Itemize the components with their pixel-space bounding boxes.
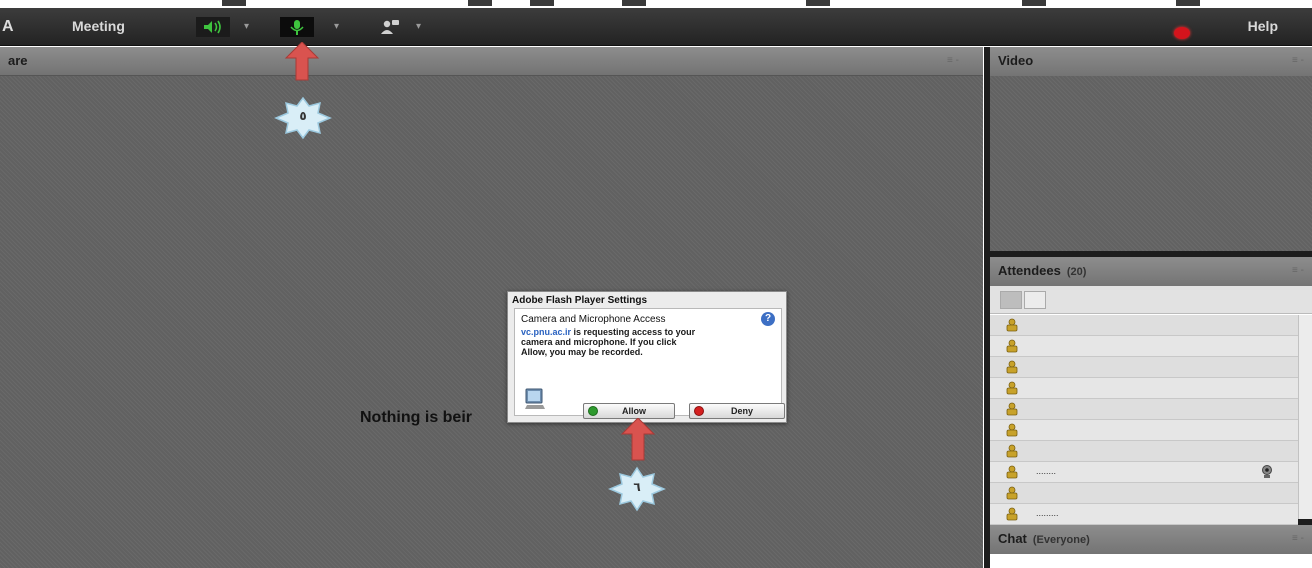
person-icon <box>1006 486 1018 500</box>
webcam-icon <box>1262 465 1272 478</box>
pod-options-icon[interactable]: ≡ - <box>1292 533 1304 544</box>
annotation-badge: ٦ <box>606 466 668 512</box>
meeting-menu[interactable]: Meeting <box>72 8 125 44</box>
person-icon <box>1006 507 1018 521</box>
sort-view-icon[interactable] <box>1024 291 1046 309</box>
dialog-body: vc.pnu.ac.ir is requesting access to you… <box>521 327 771 357</box>
window-top-strip <box>0 0 1312 8</box>
deny-button[interactable]: Deny <box>689 403 785 419</box>
microphone-dropdown[interactable]: ▾ <box>334 17 339 37</box>
webcam-button[interactable] <box>376 17 406 37</box>
attendee-row[interactable] <box>990 399 1298 420</box>
attendee-name: ......... <box>1036 508 1059 518</box>
share-pod-header: are ≡ - <box>0 47 983 76</box>
pod-options-icon[interactable]: ≡ - <box>947 55 969 66</box>
attendees-pod-title: Attendees (20) <box>998 263 1086 278</box>
person-icon <box>1006 465 1018 479</box>
person-icon <box>1006 318 1018 332</box>
tab-stub <box>1176 0 1200 6</box>
person-icon <box>1006 402 1018 416</box>
person-icon <box>1006 339 1018 353</box>
dialog-body-line: Allow, you may be recorded. <box>521 347 643 357</box>
help-icon[interactable]: ? <box>761 312 775 326</box>
pod-options-icon[interactable]: ≡ - <box>1292 55 1304 66</box>
microphone-button[interactable] <box>280 17 314 37</box>
chat-pod-header: Chat (Everyone) ≡ - <box>990 525 1312 554</box>
allow-button-label: Allow <box>622 406 646 416</box>
tab-stub <box>222 0 246 6</box>
right-column: Video ≡ - Attendees (20) ≡ - ............… <box>984 47 1312 568</box>
chat-scope: (Everyone) <box>1032 534 1090 546</box>
share-pod-title: are <box>8 53 28 68</box>
annotation-arrow-up-icon <box>620 418 656 461</box>
attendees-scrollbar[interactable] <box>1298 315 1312 519</box>
attendee-row[interactable]: ........ <box>990 462 1298 483</box>
chat-title-label: Chat <box>998 531 1027 546</box>
attendee-row[interactable] <box>990 336 1298 357</box>
attendees-count: (20) <box>1066 266 1087 278</box>
deny-button-label: Deny <box>730 406 753 416</box>
video-pod-title: Video <box>998 53 1034 68</box>
dialog-body-line: is requesting access to your <box>571 327 696 337</box>
attendee-name: ........ <box>1036 466 1057 476</box>
help-menu[interactable]: Help <box>1248 8 1278 44</box>
monitor-icon <box>525 388 545 409</box>
attendee-row[interactable] <box>990 357 1298 378</box>
pod-options-icon[interactable]: ≡ - <box>1292 265 1304 276</box>
chat-pod-title: Chat (Everyone) <box>998 531 1090 546</box>
video-pod-header: Video ≡ - <box>990 47 1312 76</box>
status-indicator-icon[interactable] <box>1174 27 1190 39</box>
attendees-pod-header: Attendees (20) ≡ - <box>990 257 1312 286</box>
attendee-row[interactable]: ......... <box>990 504 1298 525</box>
share-empty-message: Nothing is beir <box>360 409 472 426</box>
badge-number: ٦ <box>633 480 641 494</box>
attendee-row[interactable] <box>990 441 1298 462</box>
attendees-pod: Attendees (20) ≡ - ................. <box>990 257 1312 525</box>
speaker-button[interactable] <box>196 17 230 37</box>
annotation-badge: ٥ <box>272 96 334 140</box>
dialog-title: Adobe Flash Player Settings <box>512 295 648 306</box>
webcam-dropdown[interactable]: ▾ <box>416 17 421 37</box>
tab-stub <box>1022 0 1046 6</box>
person-icon <box>1006 423 1018 437</box>
microphone-icon <box>290 20 304 35</box>
tab-stub <box>530 0 554 6</box>
attendee-row[interactable] <box>990 378 1298 399</box>
adobe-logo: A <box>2 18 14 35</box>
person-icon <box>1006 381 1018 395</box>
requesting-domain: vc.pnu.ac.ir <box>521 327 572 337</box>
flash-settings-dialog: Adobe Flash Player Settings Camera and M… <box>507 291 787 423</box>
attendee-row[interactable] <box>990 420 1298 441</box>
tab-stub <box>622 0 646 6</box>
badge-number: ٥ <box>299 109 307 123</box>
tab-stub <box>806 0 830 6</box>
speaker-dropdown[interactable]: ▾ <box>244 17 249 37</box>
attendees-title-label: Attendees <box>998 263 1061 278</box>
speaker-icon <box>204 20 221 34</box>
annotation-arrow-up-icon <box>284 42 320 81</box>
person-camera-icon <box>381 20 399 34</box>
attendee-row[interactable] <box>990 315 1298 336</box>
chat-pod: Chat (Everyone) ≡ - <box>990 525 1312 568</box>
person-icon <box>1006 444 1018 458</box>
attendees-list: ................. <box>990 315 1298 525</box>
video-pod: Video ≡ - <box>990 47 1312 251</box>
tab-stub <box>468 0 492 6</box>
dialog-panel: Camera and Microphone Access ? vc.pnu.ac… <box>514 308 785 419</box>
allow-button[interactable]: Allow <box>583 403 675 419</box>
person-icon <box>1006 360 1018 374</box>
attendees-toolbar <box>990 286 1312 314</box>
dialog-body-line: camera and microphone. If you click <box>521 337 677 347</box>
dialog-heading: Camera and Microphone Access <box>521 314 666 325</box>
menubar: A Meeting ▾ ▾ ▾ Help <box>0 8 1312 46</box>
attendee-row[interactable] <box>990 483 1298 504</box>
list-view-icon[interactable] <box>1000 291 1022 309</box>
share-pod: are ≡ - Nothing is beir <box>0 47 983 568</box>
